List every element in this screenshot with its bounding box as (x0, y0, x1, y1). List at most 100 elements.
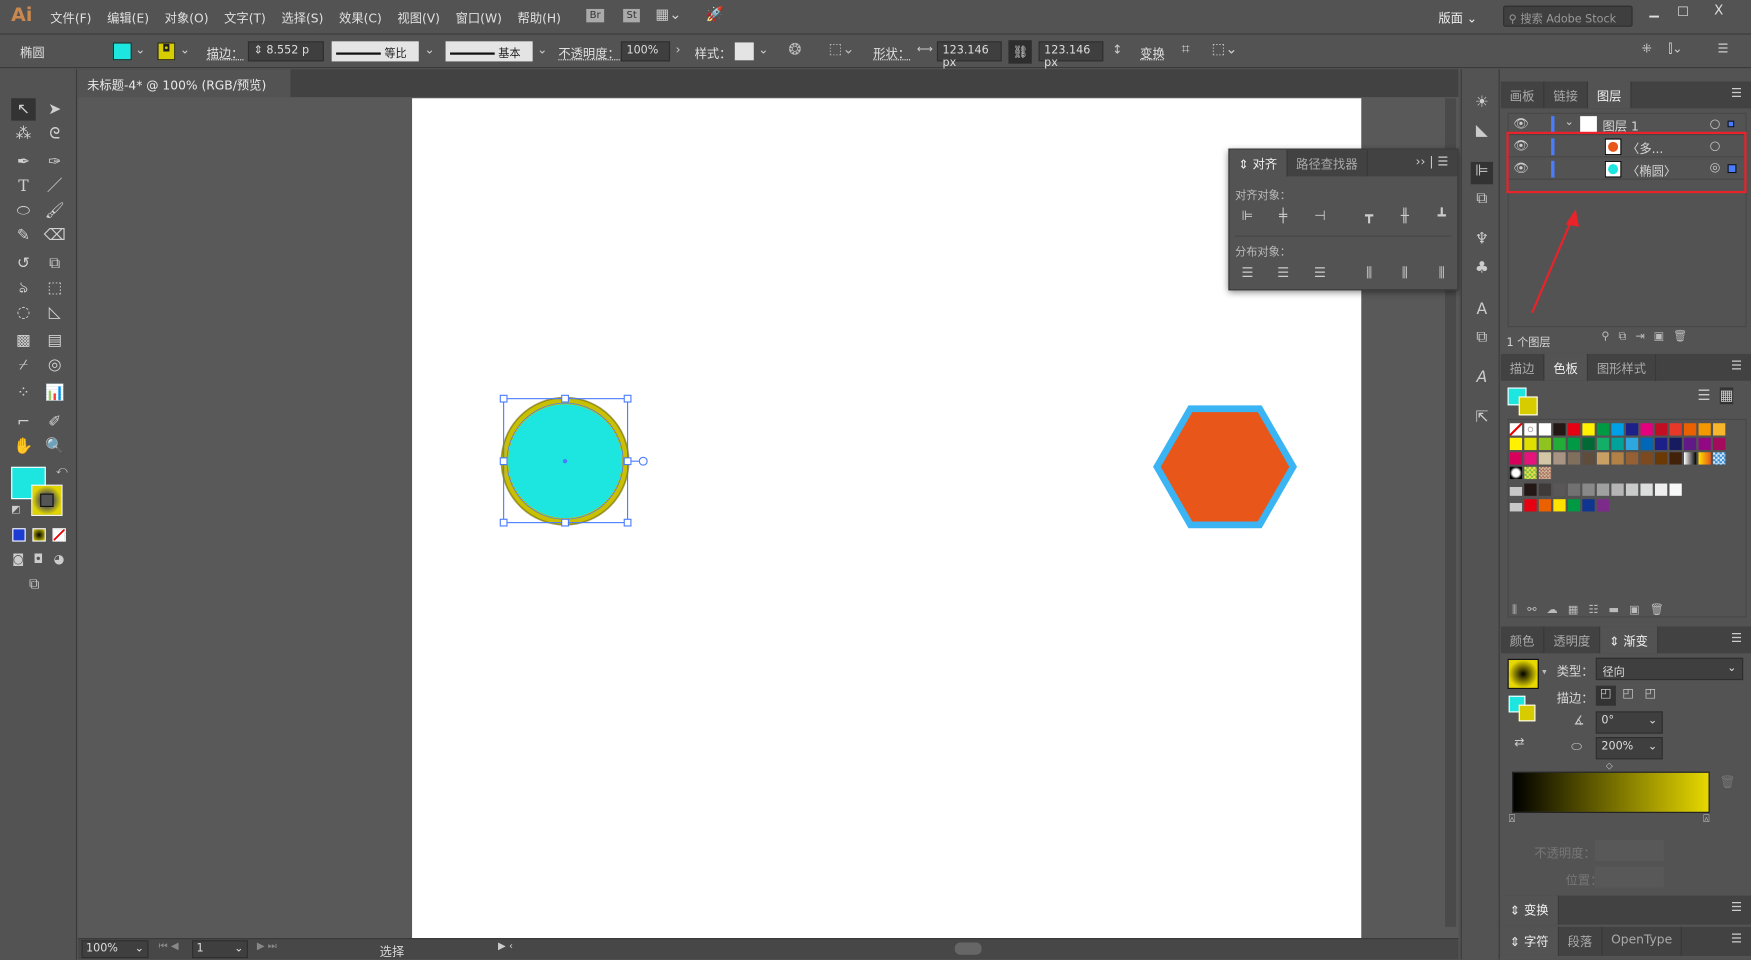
swatch[interactable] (1669, 483, 1682, 496)
tab-swatches[interactable]: 色板 (1544, 353, 1588, 381)
close-window-button[interactable]: X (1714, 2, 1723, 18)
swatch[interactable] (1524, 452, 1537, 465)
transform-menu-icon[interactable]: ☰ (1722, 896, 1751, 925)
tab-opentype[interactable]: OpenType (1602, 926, 1683, 956)
distribute-vertical-center-icon[interactable]: ☰ (1274, 265, 1292, 281)
swatch[interactable] (1553, 452, 1566, 465)
swatch[interactable] (1611, 452, 1624, 465)
swatch[interactable] (1596, 423, 1610, 436)
handle-bottom[interactable] (561, 518, 569, 527)
minimize-button[interactable]: ▁ (1649, 3, 1658, 18)
character-styles-icon[interactable]: A (1471, 369, 1493, 391)
next-last-artboard-icons[interactable]: ▶ ⏭ (257, 941, 277, 952)
layers-footer-icons[interactable]: ⚲⧉⇥▣🗑 (1601, 331, 1696, 343)
swatch[interactable] (1640, 437, 1653, 451)
swatch[interactable] (1582, 483, 1595, 496)
horizontal-scrollbar-thumb[interactable] (954, 942, 982, 955)
swatch[interactable] (1683, 452, 1697, 465)
distribute-right-icon[interactable]: ⫼ (1433, 265, 1451, 281)
swatch[interactable] (1698, 423, 1711, 436)
swatch[interactable] (1582, 452, 1595, 465)
stock-search-input[interactable]: ⚲ 搜索 Adobe Stock (1503, 5, 1633, 27)
swatch[interactable] (1640, 483, 1653, 496)
handle-top-right[interactable] (623, 394, 632, 403)
stroke-across-icon[interactable]: ◰ (1640, 686, 1660, 706)
handle-bottom-right[interactable] (623, 518, 632, 527)
tab-gradient[interactable]: ⇕ 渐变 (1600, 626, 1659, 654)
align-bottom-icon[interactable]: ┻ (1433, 208, 1451, 224)
delete-stop-icon[interactable]: 🗑 (1720, 775, 1736, 790)
swatch[interactable] (1567, 452, 1581, 465)
list-view-icon[interactable]: ☰ (1697, 387, 1710, 404)
swatch[interactable] (1640, 423, 1653, 436)
swatch[interactable] (1698, 437, 1711, 451)
swatch[interactable] (1509, 423, 1523, 436)
swatch[interactable] (1538, 466, 1552, 480)
reverse-gradient-icon[interactable]: ⇄ (1514, 735, 1524, 750)
swatch[interactable] (1713, 437, 1726, 451)
handle-top-left[interactable] (499, 394, 508, 403)
swatch[interactable] (1567, 483, 1581, 496)
swatch[interactable] (1524, 483, 1537, 496)
swatch[interactable] (1625, 452, 1639, 465)
handle-bottom-left[interactable] (499, 518, 508, 527)
swatch[interactable] (1524, 499, 1537, 512)
tab-graphic-styles[interactable]: 图形样式 (1588, 353, 1657, 381)
swatch[interactable] (1567, 423, 1581, 436)
swatch[interactable] (1669, 452, 1682, 465)
stroke-within-icon[interactable]: ◰ (1595, 685, 1616, 706)
visibility-eye-icon[interactable]: 👁 (1513, 116, 1529, 131)
align-left-icon[interactable]: ⊫ (1238, 208, 1256, 224)
stroke-along-icon[interactable]: ◰ (1618, 686, 1638, 706)
tab-character[interactable]: ⇕ 字符 (1500, 926, 1559, 956)
brushes-panel-icon[interactable]: ◣ (1471, 122, 1493, 144)
swatch[interactable] (1625, 423, 1639, 436)
swatch[interactable] (1553, 499, 1566, 512)
angle-input[interactable]: 0° ⌄ (1595, 711, 1663, 734)
distribute-horizontal-center-icon[interactable]: ⫼ (1396, 265, 1414, 281)
align-vertical-center-icon[interactable]: ╫ (1396, 208, 1414, 224)
swatch[interactable] (1669, 423, 1682, 436)
align-panel-icon[interactable]: ⊫ (1470, 161, 1494, 185)
gradient-slider[interactable] (1512, 771, 1710, 813)
swatch[interactable] (1625, 437, 1639, 451)
zoom-level-input[interactable]: 100% ⌄ (81, 940, 149, 959)
layers-export-icon[interactable]: ⧉ (1471, 328, 1493, 350)
status-menu-arrow[interactable]: ▶ ‹ (498, 941, 513, 952)
gradient-type-select[interactable]: 径向 ⌄ (1595, 657, 1744, 681)
swatch-stroke-indicator[interactable] (1518, 396, 1538, 416)
swatch[interactable] (1698, 452, 1711, 465)
maximize-button[interactable]: □ (1677, 3, 1689, 18)
swatch[interactable] (1538, 499, 1552, 512)
gradient-stop-start[interactable]: ⍓ (1509, 813, 1516, 825)
swatch[interactable] (1611, 437, 1624, 451)
swatch[interactable] (1582, 437, 1595, 451)
tab-layers[interactable]: 图层 (1587, 81, 1632, 109)
layers-menu-icon[interactable]: ☰ (1722, 82, 1751, 109)
swatch[interactable] (1582, 423, 1595, 436)
align-horizontal-center-icon[interactable]: ╪ (1274, 208, 1292, 224)
swatch[interactable] (1538, 452, 1552, 465)
character-menu-icon[interactable]: ☰ (1722, 927, 1751, 956)
swatch[interactable] (1669, 437, 1682, 451)
distribute-bottom-icon[interactable]: ☰ (1311, 265, 1329, 281)
swatch-group-folder-icon[interactable] (1509, 483, 1523, 496)
appearance-panel-icon[interactable]: ☀ (1471, 94, 1493, 116)
gradient-stroke-indicator[interactable] (1518, 704, 1536, 722)
expand-chevron-icon[interactable]: ⌄ (1565, 116, 1574, 128)
swatches-footer-icons[interactable]: ⫼⚯☁▦☷▬▣🗑 (1512, 604, 1674, 616)
target-icon[interactable]: ○ (1710, 116, 1721, 131)
swatch[interactable] (1683, 437, 1697, 451)
tab-transform[interactable]: ⇕ 变换 (1500, 895, 1559, 925)
gradient-stop-end[interactable]: ⍓ (1703, 813, 1710, 825)
swatch[interactable] (1683, 423, 1697, 436)
swatch[interactable] (1596, 483, 1610, 496)
handle-right[interactable] (623, 457, 632, 466)
swatch[interactable] (1654, 483, 1668, 496)
swatch[interactable] (1713, 423, 1726, 436)
tab-pathfinder[interactable]: 路径查找器 (1287, 149, 1368, 177)
tab-links[interactable]: 链接 (1544, 81, 1588, 109)
distribute-left-icon[interactable]: ⫼ (1360, 265, 1378, 281)
swatch[interactable] (1611, 483, 1624, 496)
export-panel-icon[interactable]: ⇱ (1471, 409, 1493, 431)
